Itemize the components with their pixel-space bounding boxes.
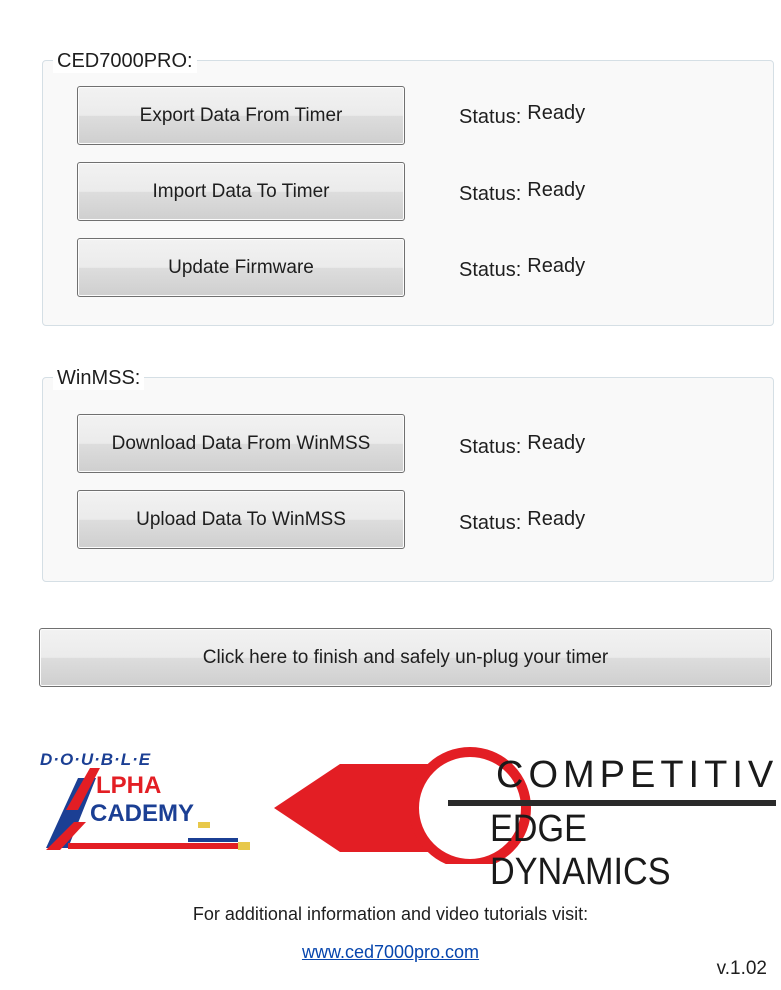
- status-value: Ready: [527, 255, 586, 277]
- import-status: Status: Ready: [459, 179, 586, 205]
- download-status: Status: Ready: [459, 432, 586, 458]
- version-label: v.1.02: [716, 958, 767, 979]
- double-alpha-academy-logo: D·O·U·B·L·E LPHA CADEMY: [38, 750, 262, 860]
- import-data-button[interactable]: Import Data To Timer: [77, 162, 405, 221]
- status-label: Status:: [459, 512, 522, 534]
- status-value: Ready: [527, 432, 586, 454]
- firmware-status: Status: Ready: [459, 255, 586, 281]
- update-firmware-button[interactable]: Update Firmware: [77, 238, 405, 297]
- website-link[interactable]: www.ced7000pro.com: [0, 942, 781, 963]
- export-data-button[interactable]: Export Data From Timer: [77, 86, 405, 145]
- alpha-logo-top-text: D·O·U·B·L·E: [40, 750, 152, 769]
- status-label: Status:: [459, 436, 522, 458]
- download-winmss-button[interactable]: Download Data From WinMSS: [77, 414, 405, 473]
- info-text: For additional information and video tut…: [192, 904, 589, 924]
- finish-unplug-button[interactable]: Click here to finish and safely un-plug …: [39, 628, 772, 687]
- main-window: CED7000PRO: Export Data From Timer Statu…: [0, 0, 781, 990]
- alpha-logo-line1: LPHA: [96, 772, 162, 799]
- status-label: Status:: [459, 183, 522, 205]
- upload-winmss-button[interactable]: Upload Data To WinMSS: [77, 490, 405, 549]
- winmss-group: WinMSS:: [42, 366, 774, 582]
- status-label: Status:: [459, 106, 522, 128]
- winmss-group-title: WinMSS:: [53, 366, 145, 390]
- competitive-edge-dynamics-logo: COMPETITIVE EDGE DYNAMICS: [270, 744, 781, 893]
- status-value: Ready: [527, 179, 586, 201]
- status-value: Ready: [527, 102, 586, 124]
- export-status: Status: Ready: [459, 102, 586, 128]
- ced7000pro-group-title: CED7000PRO:: [53, 49, 197, 73]
- status-label: Status:: [459, 259, 522, 281]
- status-value: Ready: [527, 508, 586, 530]
- upload-status: Status: Ready: [459, 508, 586, 534]
- ced-logo-line1: COMPETITIVE: [496, 754, 781, 796]
- alpha-logo-line2: CADEMY: [90, 800, 195, 827]
- ced-logo-line2: EDGE DYNAMICS: [490, 808, 671, 893]
